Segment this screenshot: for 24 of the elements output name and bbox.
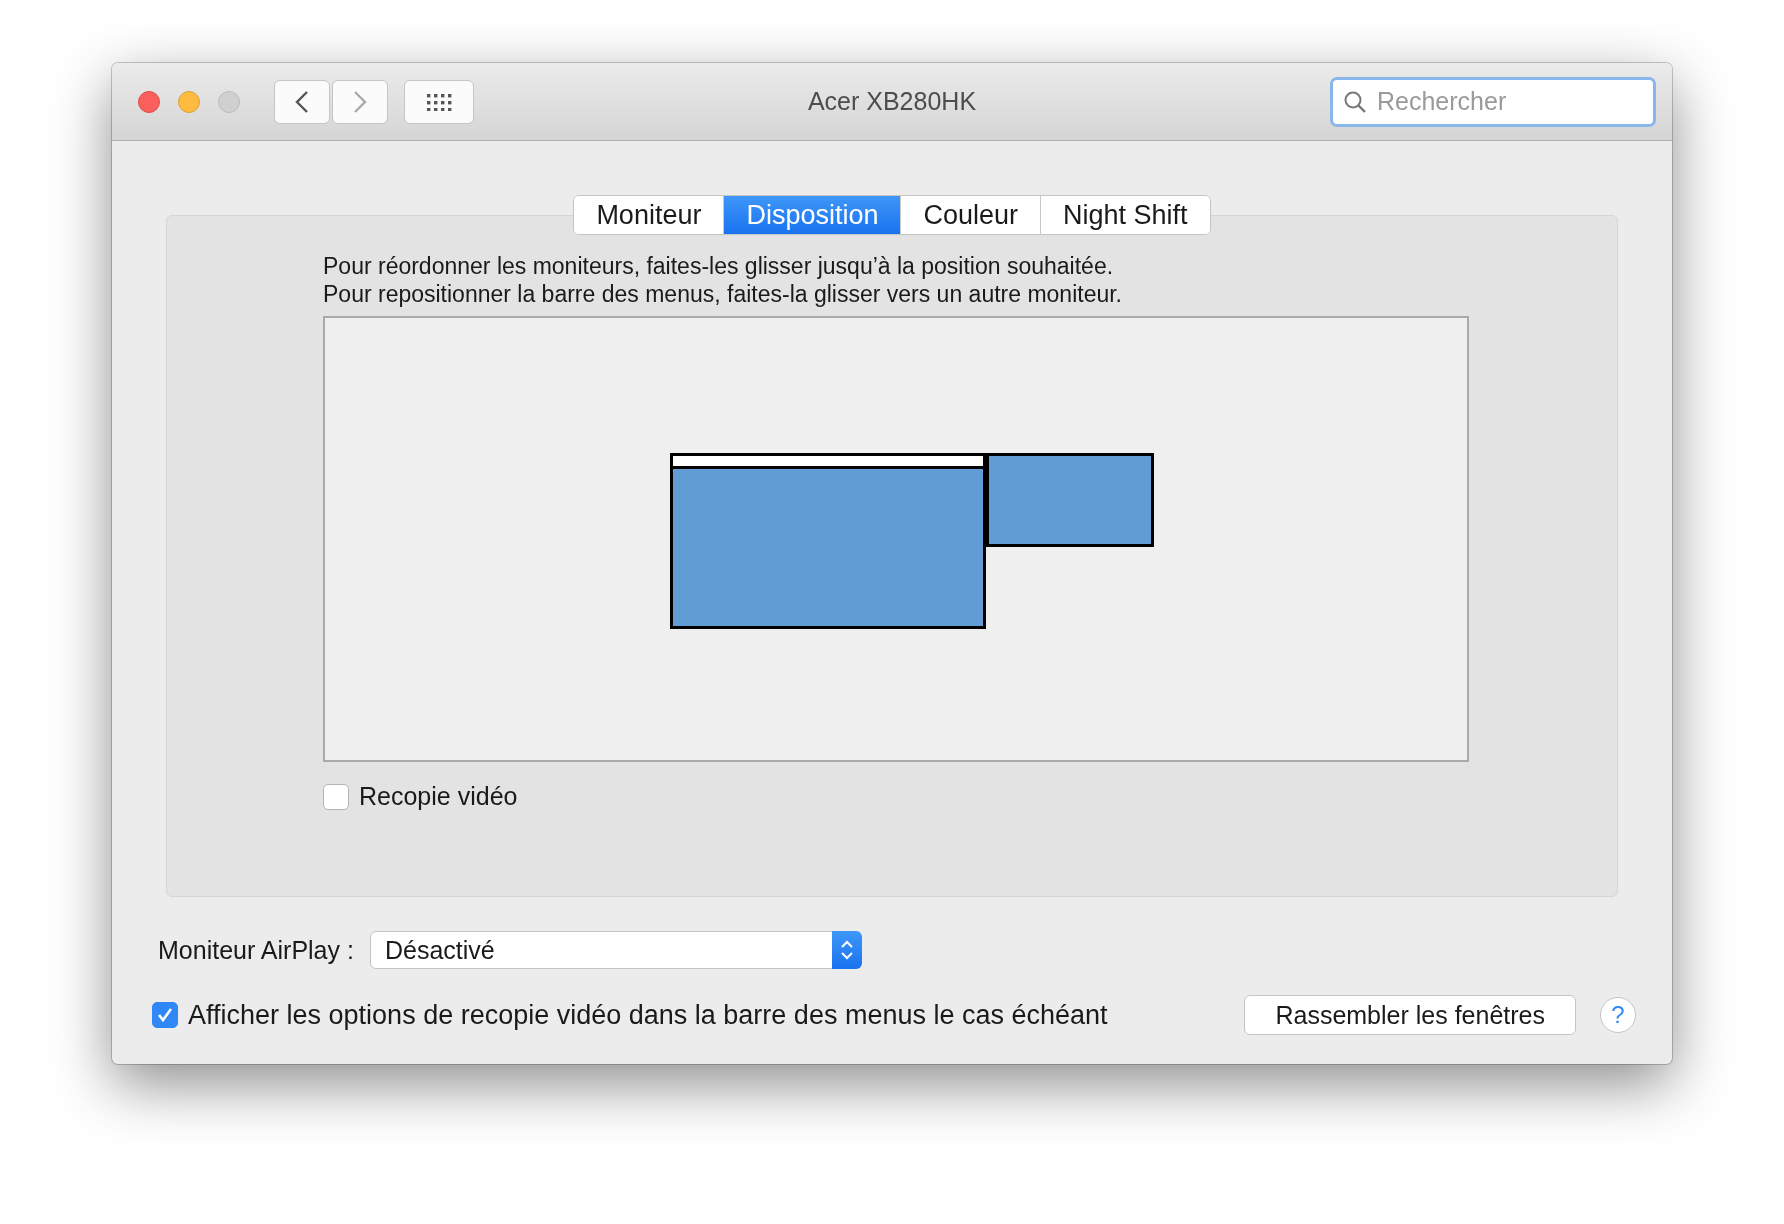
help-button[interactable]: ? bbox=[1600, 997, 1636, 1033]
show-all-button[interactable] bbox=[404, 79, 474, 124]
display-rectangle[interactable] bbox=[986, 453, 1154, 547]
tab[interactable]: Night Shift bbox=[1040, 196, 1210, 234]
chevron-right-icon bbox=[353, 89, 367, 114]
menu-bar-strip[interactable] bbox=[673, 456, 983, 469]
display-rectangle[interactable] bbox=[670, 453, 986, 629]
close-button[interactable] bbox=[138, 90, 160, 113]
airplay-label: Moniteur AirPlay : bbox=[158, 935, 354, 965]
checkmark-icon bbox=[156, 1006, 174, 1024]
checkbox[interactable] bbox=[152, 1002, 178, 1028]
window-title: Acer XB280HK bbox=[807, 87, 977, 115]
gather-windows-button[interactable]: Rassembler les fenêtres bbox=[1244, 995, 1576, 1035]
checkbox-label: Afficher les options de recopie vidéo dans la barre des menus le cas échéant bbox=[188, 999, 1108, 1031]
checkbox[interactable] bbox=[323, 783, 349, 810]
tab[interactable]: Disposition bbox=[723, 196, 901, 234]
chevron-left-icon bbox=[295, 89, 309, 114]
back-button[interactable] bbox=[274, 79, 330, 124]
instruction-text: Pour réordonner les moniteurs, faites-les glisser jusqu’à la position souhaitée. bbox=[323, 253, 1114, 279]
search-field[interactable]: Rechercher bbox=[1330, 76, 1656, 127]
instruction-text: Pour repositionner la barre des menus, faites-la glisser vers un autre moniteur. bbox=[323, 281, 1122, 307]
airplay-popup[interactable]: Désactivé bbox=[369, 931, 862, 969]
checkbox-label: Recopie vidéo bbox=[359, 782, 518, 811]
grid-icon bbox=[426, 92, 452, 111]
